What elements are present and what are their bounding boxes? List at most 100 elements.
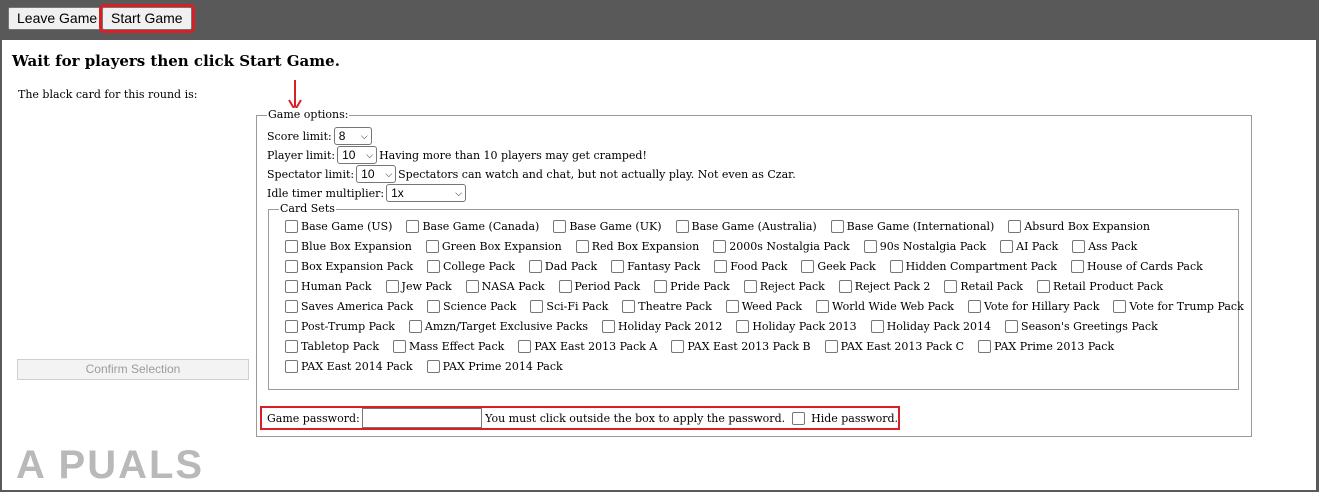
card-set-option[interactable]: Holiday Pack 2014: [870, 320, 991, 333]
card-set-checkbox[interactable]: [714, 260, 728, 273]
card-set-option[interactable]: Base Game (Canada): [406, 220, 539, 233]
card-set-checkbox[interactable]: [392, 340, 406, 353]
card-set-option[interactable]: Food Pack: [714, 260, 787, 273]
card-set-checkbox[interactable]: [611, 260, 625, 273]
card-set-option[interactable]: Post-Trump Pack: [285, 320, 395, 333]
card-set-checkbox[interactable]: [408, 320, 422, 333]
card-set-checkbox[interactable]: [870, 320, 884, 333]
card-set-option[interactable]: PAX East 2014 Pack: [285, 360, 413, 373]
card-set-option[interactable]: House of Cards Pack: [1070, 260, 1203, 273]
card-set-checkbox[interactable]: [713, 240, 727, 253]
card-set-checkbox[interactable]: [889, 260, 903, 273]
spectator-limit-select[interactable]: 10 ⌵: [356, 165, 397, 183]
card-set-option[interactable]: Season's Greetings Pack: [1005, 320, 1158, 333]
card-set-checkbox[interactable]: [575, 240, 589, 253]
idle-timer-select[interactable]: 1x ⌵: [386, 184, 467, 202]
card-set-checkbox[interactable]: [530, 300, 544, 313]
card-set-option[interactable]: Base Game (UK): [553, 220, 662, 233]
card-set-checkbox[interactable]: [285, 320, 298, 333]
card-set-checkbox[interactable]: [743, 280, 757, 293]
card-set-option[interactable]: Jew Pack: [385, 280, 452, 293]
card-set-checkbox[interactable]: [1036, 280, 1050, 293]
card-set-option[interactable]: Hidden Compartment Pack: [889, 260, 1057, 273]
card-set-checkbox[interactable]: [558, 280, 572, 293]
card-set-option[interactable]: Tabletop Pack: [285, 340, 379, 353]
card-set-checkbox[interactable]: [426, 360, 440, 373]
card-set-option[interactable]: World Wide Web Pack: [816, 300, 954, 313]
leave-game-button[interactable]: Leave Game: [8, 7, 107, 30]
card-set-checkbox[interactable]: [285, 340, 298, 353]
hide-password-checkbox[interactable]: [792, 411, 806, 425]
card-set-option[interactable]: Fantasy Pack: [611, 260, 700, 273]
card-set-checkbox[interactable]: [601, 320, 615, 333]
card-set-option[interactable]: Blue Box Expansion: [285, 240, 412, 253]
card-set-checkbox[interactable]: [285, 220, 298, 233]
card-set-option[interactable]: Science Pack: [427, 300, 516, 313]
card-set-option[interactable]: Retail Pack: [944, 280, 1023, 293]
card-set-option[interactable]: Sci-Fi Pack: [530, 300, 608, 313]
card-set-option[interactable]: Retail Product Pack: [1036, 280, 1163, 293]
card-set-checkbox[interactable]: [1072, 240, 1086, 253]
card-set-checkbox[interactable]: [863, 240, 877, 253]
confirm-selection-button[interactable]: Confirm Selection: [17, 359, 249, 380]
card-set-checkbox[interactable]: [622, 300, 636, 313]
card-set-option[interactable]: Base Game (International): [830, 220, 994, 233]
card-set-option[interactable]: 90s Nostalgia Pack: [863, 240, 986, 253]
card-set-option[interactable]: PAX East 2013 Pack B: [671, 340, 811, 353]
card-set-option[interactable]: 2000s Nostalgia Pack: [713, 240, 850, 253]
card-set-option[interactable]: PAX Prime 2013 Pack: [978, 340, 1114, 353]
card-set-checkbox[interactable]: [285, 260, 298, 273]
card-set-option[interactable]: Theatre Pack: [622, 300, 712, 313]
card-set-option[interactable]: Geek Pack: [801, 260, 876, 273]
card-set-checkbox[interactable]: [654, 280, 668, 293]
card-set-option[interactable]: Amzn/Target Exclusive Packs: [408, 320, 588, 333]
card-set-option[interactable]: PAX East 2013 Pack A: [518, 340, 657, 353]
card-set-option[interactable]: Base Game (US): [285, 220, 392, 233]
card-set-checkbox[interactable]: [406, 220, 420, 233]
card-set-checkbox[interactable]: [838, 280, 852, 293]
card-set-option[interactable]: Box Expansion Pack: [285, 260, 413, 273]
card-set-checkbox[interactable]: [1070, 260, 1084, 273]
card-set-option[interactable]: Vote for Trump Pack: [1113, 300, 1244, 313]
card-set-checkbox[interactable]: [1005, 320, 1019, 333]
card-set-option[interactable]: Red Box Expansion: [575, 240, 699, 253]
card-set-checkbox[interactable]: [830, 220, 844, 233]
card-set-checkbox[interactable]: [978, 340, 992, 353]
card-set-checkbox[interactable]: [736, 320, 750, 333]
card-set-checkbox[interactable]: [1000, 240, 1014, 253]
card-set-checkbox[interactable]: [675, 220, 689, 233]
card-set-checkbox[interactable]: [518, 340, 532, 353]
card-set-option[interactable]: Green Box Expansion: [425, 240, 562, 253]
card-set-checkbox[interactable]: [385, 280, 399, 293]
card-set-option[interactable]: NASA Pack: [465, 280, 545, 293]
card-set-checkbox[interactable]: [528, 260, 542, 273]
card-set-option[interactable]: Ass Pack: [1072, 240, 1137, 253]
card-set-checkbox[interactable]: [426, 260, 440, 273]
card-set-checkbox[interactable]: [816, 300, 830, 313]
card-set-checkbox[interactable]: [824, 340, 838, 353]
card-set-option[interactable]: Pride Pack: [654, 280, 730, 293]
card-set-checkbox[interactable]: [944, 280, 958, 293]
card-set-option[interactable]: Absurd Box Expansion: [1008, 220, 1150, 233]
card-set-checkbox[interactable]: [465, 280, 479, 293]
card-set-option[interactable]: AI Pack: [1000, 240, 1058, 253]
card-set-option[interactable]: Weed Pack: [725, 300, 802, 313]
card-set-option[interactable]: Holiday Pack 2012: [601, 320, 722, 333]
card-set-option[interactable]: PAX East 2013 Pack C: [824, 340, 964, 353]
card-set-checkbox[interactable]: [801, 260, 815, 273]
card-set-option[interactable]: Vote for Hillary Pack: [967, 300, 1099, 313]
card-set-option[interactable]: Period Pack: [558, 280, 640, 293]
card-set-option[interactable]: Base Game (Australia): [675, 220, 817, 233]
game-password-input[interactable]: [361, 408, 483, 428]
card-set-option[interactable]: Dad Pack: [528, 260, 597, 273]
card-set-checkbox[interactable]: [285, 240, 298, 253]
card-set-checkbox[interactable]: [671, 340, 685, 353]
card-set-checkbox[interactable]: [285, 280, 298, 293]
start-game-button[interactable]: Start Game: [99, 4, 195, 33]
card-set-option[interactable]: Mass Effect Pack: [392, 340, 504, 353]
card-set-checkbox[interactable]: [553, 220, 567, 233]
card-set-option[interactable]: Saves America Pack: [285, 300, 413, 313]
card-set-checkbox[interactable]: [285, 300, 298, 313]
card-set-checkbox[interactable]: [425, 240, 439, 253]
player-limit-select[interactable]: 10 ⌵: [337, 146, 378, 164]
